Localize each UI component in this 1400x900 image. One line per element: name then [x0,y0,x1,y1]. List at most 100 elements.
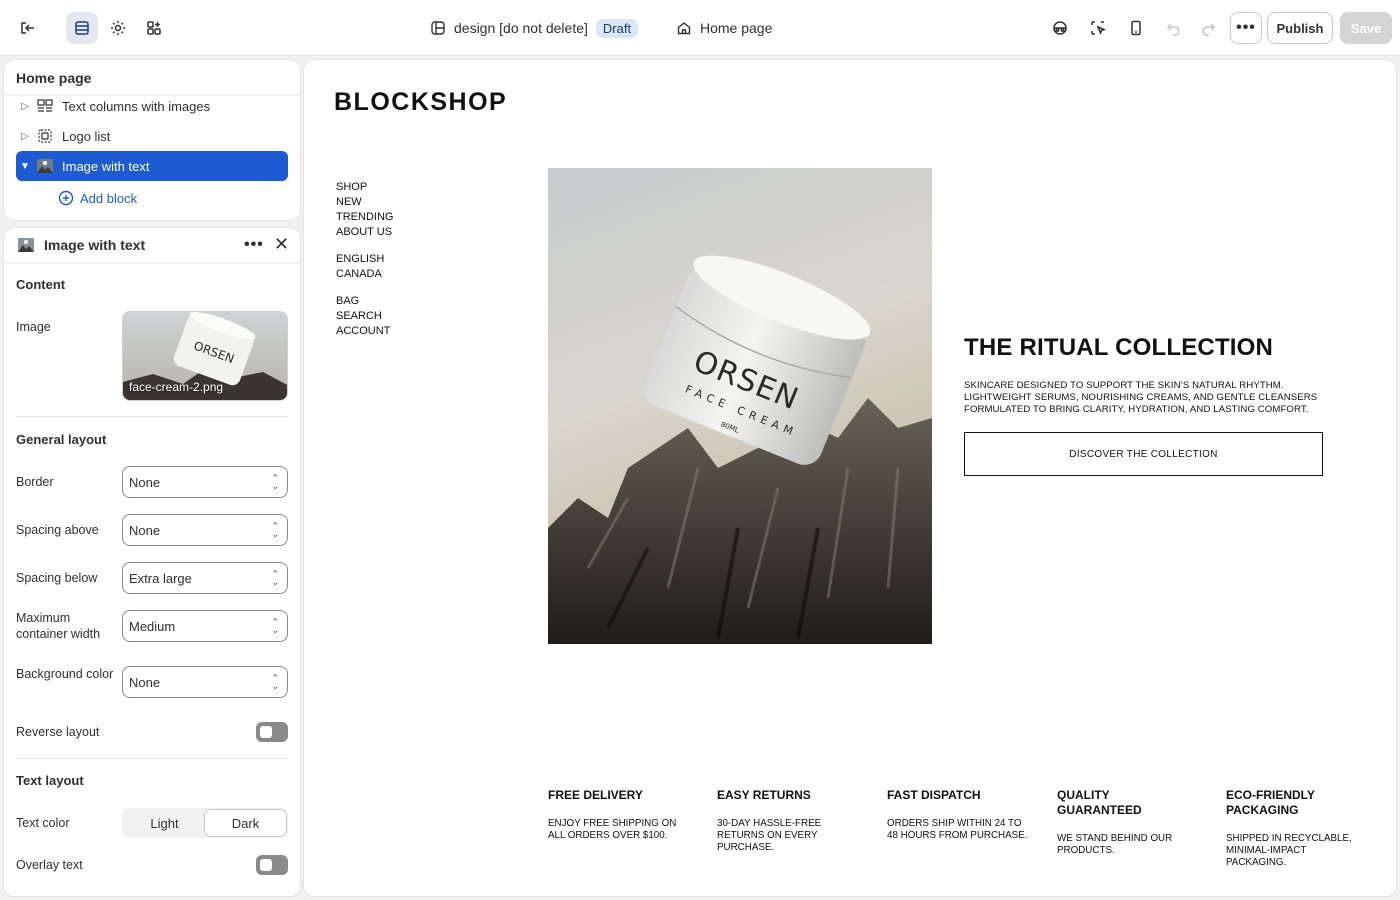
chevron-right-icon[interactable]: ▷ [16,131,34,142]
theme-info[interactable]: design [do not delete] Draft [430,16,639,40]
select-value: None [129,474,161,490]
apps-icon[interactable] [138,12,170,44]
select-value: Extra large [129,570,192,586]
text-color-label: Text color [16,816,70,830]
image-icon [18,238,34,252]
spacing-above-select[interactable]: None ⌃ ⌄ [122,514,288,546]
image-picker[interactable]: ORSEN face-cream-2.png [122,311,288,401]
settings-panel: Image with text ••• ✕ Content Image ORSE… [4,228,300,896]
tree-item-label: Logo list [62,128,111,144]
country-selector[interactable]: CANADA [336,267,384,282]
tree-item-label: Text columns with images [62,98,211,114]
nav-link-trending[interactable]: TRENDING [336,210,393,225]
more-actions-button[interactable]: ••• [1230,12,1262,44]
hero-description: SKINCARE DESIGNED TO SUPPORT THE SKIN’S … [964,380,1318,415]
add-block-label: Add block [80,190,138,206]
reverse-layout-toggle[interactable] [256,722,288,742]
chevron-right-icon[interactable]: ▷ [16,101,34,112]
select-value: None [129,522,161,538]
hero-image: ORSEN FACE CREAM 80ML [548,168,932,644]
reverse-layout-label: Reverse layout [16,725,100,739]
add-block-button[interactable]: Add block [58,190,137,206]
exit-icon[interactable] [12,12,44,44]
feature-item: QUALITY GUARANTEED WE STAND BEHIND OUR P… [1057,788,1207,857]
page-selector[interactable]: Home page [676,16,772,40]
home-icon [677,22,691,35]
tree-item-image-with-text[interactable]: ▼ Image with text [16,151,288,181]
text-layout-heading: Text layout [16,773,84,788]
hero-title: THE RITUAL COLLECTION [964,334,1274,361]
chevron-down-icon[interactable]: ▼ [16,161,34,172]
spacing-below-label: Spacing below [16,571,98,585]
max-width-select[interactable]: Medium ⌃ ⌄ [122,610,288,642]
divider [16,416,288,417]
inspector-icon[interactable] [1044,12,1076,44]
chevron-up-down-icon: ⌃ ⌄ [271,473,279,491]
section-tree-panel: Home page ▷ Text columns with images ▷ L… [4,60,300,220]
background-color-select[interactable]: None ⌃ ⌄ [122,666,288,698]
store-logo[interactable]: BLOCKSHOP [334,88,507,117]
image-icon [34,159,56,173]
settings-header: Image with text ••• ✕ [4,228,300,264]
feature-item: ECO-FRIENDLY PACKAGING SHIPPED IN RECYCL… [1226,788,1376,869]
discover-collection-button[interactable]: DISCOVER THE COLLECTION [964,432,1323,476]
save-button[interactable]: Save [1340,12,1392,44]
border-select[interactable]: None ⌃ ⌄ [122,466,288,498]
feature-title: FREE DELIVERY [548,788,643,802]
image-filename: face-cream-2.png [129,380,224,394]
more-options-icon[interactable]: ••• [244,236,264,254]
feature-item: FAST DISPATCH ORDERS SHIP WITHIN 24 TO 4… [887,788,1037,842]
chevron-up-down-icon: ⌃ ⌄ [271,617,279,635]
gear-icon[interactable] [102,12,134,44]
undo-icon[interactable] [1158,12,1190,44]
settings-title: Image with text [44,237,146,253]
text-color-dark[interactable]: Dark [205,810,286,836]
redo-icon[interactable] [1192,12,1224,44]
bag-link[interactable]: BAG [336,294,390,309]
sections-icon[interactable] [66,12,98,44]
more-icon: ••• [1236,19,1256,36]
logo-list-icon [34,128,56,144]
feature-title: ECO-FRIENDLY PACKAGING [1226,788,1315,817]
tree-item-label: Image with text [62,158,150,174]
spacing-above-label: Spacing above [16,523,99,537]
select-value: None [129,674,161,690]
feature-title: QUALITY GUARANTEED [1057,788,1142,817]
text-color-light[interactable]: Light [124,810,205,836]
utility-nav: BAG SEARCH ACCOUNT [336,294,390,339]
feature-title: EASY RETURNS [717,788,811,802]
close-icon[interactable]: ✕ [274,234,289,255]
feature-description: ENJOY FREE SHIPPING ON ALL ORDERS OVER $… [548,818,677,841]
background-color-label: Background color [16,667,114,681]
chevron-up-down-icon: ⌃ ⌄ [271,673,279,691]
border-label: Border [16,475,54,489]
main-nav: SHOP NEW TRENDING ABOUT US [336,180,393,240]
page-name: Home page [700,20,773,36]
status-badge: Draft [595,18,639,38]
nav-link-shop[interactable]: SHOP [336,180,393,195]
search-link[interactable]: SEARCH [336,309,390,324]
overlay-text-label: Overlay text [16,858,83,872]
columns-icon [34,99,56,113]
tree-item-logo-list[interactable]: ▷ Logo list [16,121,288,151]
language-selector[interactable]: ENGLISH [336,252,384,267]
locale-nav: ENGLISH CANADA [336,252,384,282]
select-value: Medium [129,618,176,634]
nav-link-new[interactable]: NEW [336,195,393,210]
feature-description: 30-DAY HASSLE-FREE RETURNS ON EVERY PURC… [717,818,822,853]
overlay-text-toggle[interactable] [256,855,288,875]
feature-title: FAST DISPATCH [887,788,981,802]
tree-item-text-columns[interactable]: ▷ Text columns with images [16,91,288,121]
feature-item: FREE DELIVERY ENJOY FREE SHIPPING ON ALL… [548,788,698,842]
image-label: Image [16,320,51,334]
account-link[interactable]: ACCOUNT [336,324,390,339]
store-preview: BLOCKSHOP SHOP NEW TRENDING ABOUT US ENG… [304,60,1396,896]
mobile-preview-icon[interactable] [1120,12,1152,44]
feature-description: WE STAND BEHIND OUR PRODUCTS. [1057,833,1173,856]
nav-link-about[interactable]: ABOUT US [336,225,393,240]
publish-button[interactable]: Publish [1267,12,1333,44]
spacing-below-select[interactable]: Extra large ⌃ ⌄ [122,562,288,594]
feature-description: ORDERS SHIP WITHIN 24 TO 48 HOURS FROM P… [887,818,1028,841]
select-cursor-icon[interactable] [1082,12,1114,44]
feature-item: EASY RETURNS 30-DAY HASSLE-FREE RETURNS … [717,788,867,854]
